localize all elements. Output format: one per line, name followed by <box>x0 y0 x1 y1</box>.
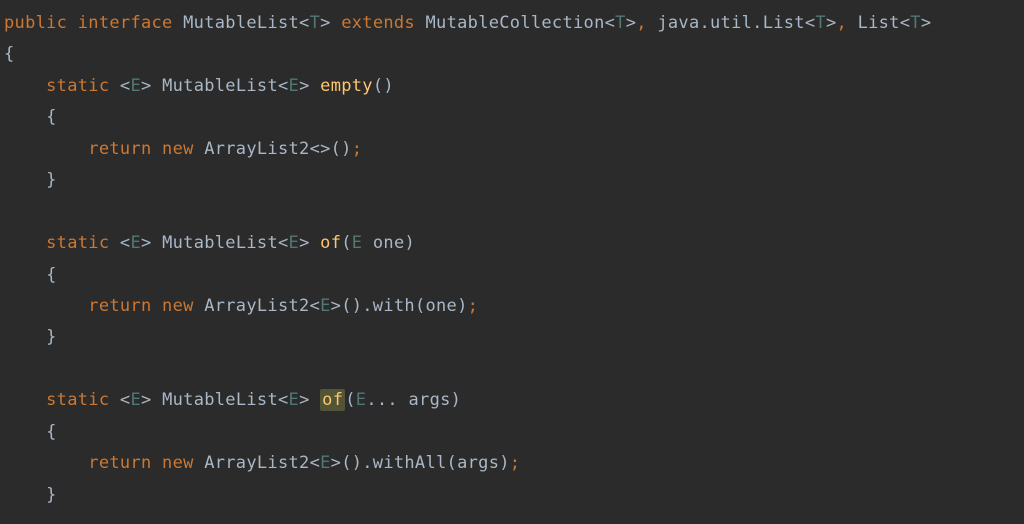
param-one: one <box>373 233 405 253</box>
keyword-return: return <box>88 139 151 159</box>
code-line-declaration: public interface MutableList<T> extends … <box>0 8 1024 39</box>
keyword-static: static <box>46 76 109 96</box>
angle-open: < <box>299 13 310 33</box>
method-withall: withAll <box>373 453 447 473</box>
code-line-return-of-varargs: return new ArrayList2<E>().withAll(args)… <box>0 448 1024 479</box>
method-name-of: of <box>320 233 341 253</box>
code-line-brace-open: { <box>0 39 1024 70</box>
comma: , <box>636 13 647 33</box>
method-with: with <box>373 296 415 316</box>
code-line-brace-close: } <box>0 165 1024 196</box>
code-line-method-of-one: static <E> MutableList<E> of(E one) <box>0 228 1024 259</box>
code-line-method-empty: static <E> MutableList<E> empty() <box>0 71 1024 102</box>
supertype-2: java.util.List <box>657 13 805 33</box>
code-line-method-of-varargs: static <E> MutableList<E> of(E... args) <box>0 385 1024 416</box>
return-type: MutableList <box>162 76 278 96</box>
method-name-empty: empty <box>320 76 373 96</box>
keyword-extends: extends <box>341 13 415 33</box>
varargs-dots: ... <box>366 390 398 410</box>
open-brace: { <box>4 44 15 64</box>
keyword-interface: interface <box>78 13 173 33</box>
param-args: args <box>409 390 451 410</box>
type-param-e: E <box>130 76 141 96</box>
code-line-return-empty: return new ArrayList2<>(); <box>0 134 1024 165</box>
code-line-brace: { <box>0 102 1024 133</box>
supertype-1: MutableCollection <box>426 13 605 33</box>
method-name-of-highlighted: of <box>320 389 345 411</box>
code-line-return-of-one: return new ArrayList2<E>().with(one); <box>0 291 1024 322</box>
angle-close: > <box>320 13 331 33</box>
supertype-3: List <box>858 13 900 33</box>
class-name: MutableList <box>183 13 299 33</box>
keyword-public: public <box>4 13 67 33</box>
code-editor[interactable]: public interface MutableList<T> extends … <box>0 8 1024 511</box>
type-param-t: T <box>310 13 321 33</box>
keyword-new: new <box>162 139 194 159</box>
code-line-blank <box>0 197 1024 228</box>
class-arraylist2: ArrayList2 <box>204 139 309 159</box>
